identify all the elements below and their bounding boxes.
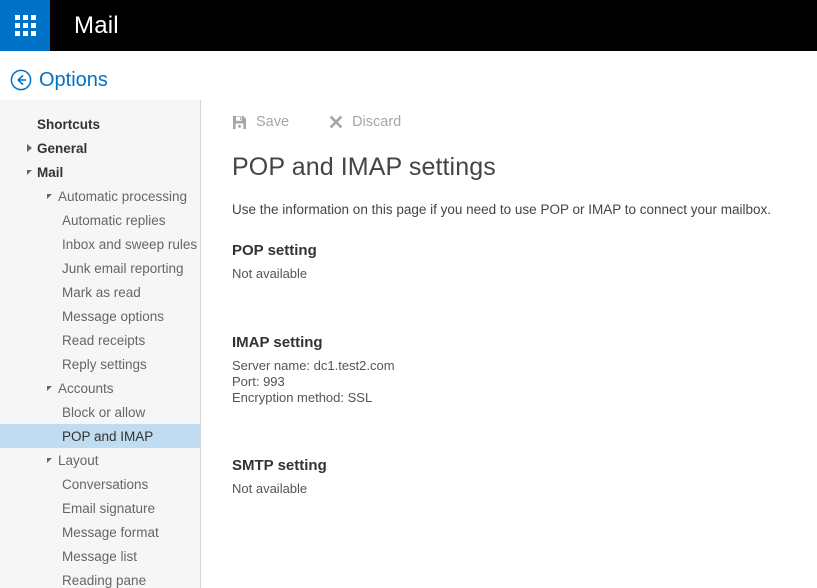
sidebar-item-automatic-processing[interactable]: Automatic processing (0, 184, 200, 208)
sidebar-item-label: Message list (62, 549, 137, 564)
smtp-setting-value: Not available (232, 481, 817, 497)
sidebar-item-reply-settings[interactable]: Reply settings (0, 352, 200, 376)
app-title: Mail (50, 0, 119, 51)
sidebar-item-shortcuts[interactable]: Shortcuts (0, 112, 200, 136)
sidebar-item-label: General (37, 141, 87, 156)
sidebar-item-label: Reading pane (62, 573, 146, 588)
intro-text: Use the information on this page if you … (232, 202, 817, 217)
chevron-down-icon[interactable] (47, 386, 52, 391)
command-bar: Save Discard (202, 100, 817, 130)
sidebar-item-label: Reply settings (62, 357, 147, 372)
save-label: Save (256, 114, 289, 130)
app-launcher-button[interactable] (0, 0, 50, 51)
sidebar-item-junk-email-reporting[interactable]: Junk email reporting (0, 256, 200, 280)
sidebar-item-email-signature[interactable]: Email signature (0, 496, 200, 520)
sidebar-item-pop-and-imap[interactable]: POP and IMAP (0, 424, 200, 448)
sidebar-item-inbox-and-sweep-rules[interactable]: Inbox and sweep rules (0, 232, 200, 256)
waffle-grid-icon (15, 15, 36, 36)
back-link-label: Options (39, 69, 108, 91)
sidebar-item-label: Mark as read (62, 285, 141, 300)
sidebar-item-label: Accounts (58, 381, 114, 396)
suite-header: Mail (0, 0, 817, 51)
sidebar-item-message-list[interactable]: Message list (0, 544, 200, 568)
sidebar-item-automatic-replies[interactable]: Automatic replies (0, 208, 200, 232)
chevron-down-icon[interactable] (27, 170, 32, 175)
smtp-setting-section: SMTP setting Not available (232, 457, 817, 497)
save-button[interactable]: Save (232, 114, 289, 130)
options-bar: Options (0, 51, 817, 100)
pop-setting-heading: POP setting (232, 242, 817, 259)
sidebar-item-mail[interactable]: Mail (0, 160, 200, 184)
imap-setting-section: IMAP setting Server name: dc1.test2.com … (232, 334, 817, 406)
sidebar-item-message-options[interactable]: Message options (0, 304, 200, 328)
sidebar-item-label: Conversations (62, 477, 148, 492)
discard-button[interactable]: Discard (329, 114, 401, 130)
sidebar-item-read-receipts[interactable]: Read receipts (0, 328, 200, 352)
sidebar-item-accounts[interactable]: Accounts (0, 376, 200, 400)
sidebar-item-conversations[interactable]: Conversations (0, 472, 200, 496)
sidebar-item-reading-pane[interactable]: Reading pane (0, 568, 200, 588)
imap-port: Port: 993 (232, 374, 817, 390)
sidebar-item-block-or-allow[interactable]: Block or allow (0, 400, 200, 424)
sidebar-item-label: Read receipts (62, 333, 145, 348)
pop-setting-value: Not available (232, 266, 817, 282)
sidebar-item-label: Inbox and sweep rules (62, 237, 197, 252)
sidebar-item-label: Shortcuts (37, 117, 100, 132)
chevron-down-icon[interactable] (47, 458, 52, 463)
options-sidebar: Shortcuts General Mail Automatic processing… (0, 100, 201, 588)
sidebar-item-label: Automatic replies (62, 213, 166, 228)
page-title: POP and IMAP settings (232, 153, 817, 182)
back-to-mail-link[interactable]: Options (10, 69, 108, 91)
sidebar-item-label: Message format (62, 525, 159, 540)
back-circle-arrow-icon (10, 69, 32, 91)
close-x-icon (329, 115, 343, 129)
discard-label: Discard (352, 114, 401, 130)
sidebar-item-label: Message options (62, 309, 164, 324)
sidebar-item-general[interactable]: General (0, 136, 200, 160)
sidebar-item-label: Junk email reporting (62, 261, 184, 276)
sidebar-item-label: Email signature (62, 501, 155, 516)
sidebar-item-label: Block or allow (62, 405, 145, 420)
sidebar-item-label: Mail (37, 165, 63, 180)
sidebar-item-label: Layout (58, 453, 99, 468)
pop-setting-section: POP setting Not available (232, 242, 817, 282)
imap-server-name: Server name: dc1.test2.com (232, 358, 817, 374)
sidebar-item-message-format[interactable]: Message format (0, 520, 200, 544)
floppy-disk-icon (232, 115, 247, 130)
sidebar-item-layout[interactable]: Layout (0, 448, 200, 472)
sidebar-item-label: Automatic processing (58, 189, 187, 204)
main-content: Save Discard POP and IMAP settings Use t… (202, 100, 817, 588)
sidebar-item-mark-as-read[interactable]: Mark as read (0, 280, 200, 304)
chevron-right-icon[interactable] (27, 144, 32, 152)
chevron-down-icon[interactable] (47, 194, 52, 199)
imap-setting-heading: IMAP setting (232, 334, 817, 351)
sidebar-item-label: POP and IMAP (62, 429, 153, 444)
smtp-setting-heading: SMTP setting (232, 457, 817, 474)
imap-encryption-method: Encryption method: SSL (232, 390, 817, 406)
